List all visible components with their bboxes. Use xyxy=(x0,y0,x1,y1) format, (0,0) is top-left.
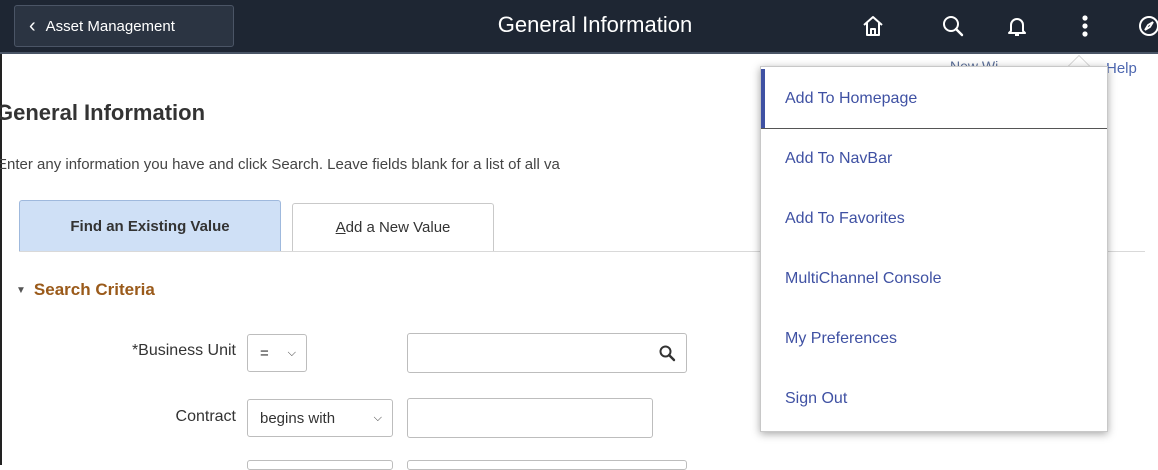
tab-add-new-value-label: dd a New Value xyxy=(345,219,451,236)
chevron-down-icon: ⌵ xyxy=(287,347,296,359)
tab-add-new-value-accesskey: A xyxy=(335,219,346,236)
business-unit-operator-value: = xyxy=(260,344,269,362)
next-operator-select[interactable] xyxy=(247,460,393,470)
back-button[interactable]: ‹ Asset Management xyxy=(14,5,234,47)
lookup-search-icon[interactable] xyxy=(658,344,676,367)
menu-item-add-to-navbar[interactable]: Add To NavBar xyxy=(761,129,1107,189)
search-criteria-toggle[interactable]: ▼ Search Criteria xyxy=(16,280,155,300)
collapse-triangle-icon: ▼ xyxy=(16,284,26,296)
business-unit-input[interactable] xyxy=(407,333,687,373)
tab-add-new-value[interactable]: Add a New Value xyxy=(292,203,494,251)
tab-find-existing-value[interactable]: Find an Existing Value xyxy=(19,200,281,251)
business-unit-label: *Business Unit xyxy=(131,342,236,359)
menu-item-sign-out[interactable]: Sign Out xyxy=(761,369,1107,429)
help-link[interactable]: Help xyxy=(1106,60,1137,77)
more-vertical-icon[interactable] xyxy=(1068,9,1102,43)
chevron-down-icon: ⌵ xyxy=(373,412,382,424)
menu-item-my-preferences[interactable]: My Preferences xyxy=(761,309,1107,369)
bell-icon[interactable] xyxy=(1000,9,1034,43)
contract-input[interactable] xyxy=(407,398,653,438)
menu-item-multichannel-console[interactable]: MultiChannel Console xyxy=(761,249,1107,309)
business-unit-operator-select[interactable]: = ⌵ xyxy=(247,334,307,372)
window-left-border xyxy=(0,0,2,465)
next-field-input[interactable] xyxy=(407,460,687,470)
home-icon[interactable] xyxy=(856,9,890,43)
page-title: General Information xyxy=(0,100,206,125)
search-criteria-title: Search Criteria xyxy=(33,280,155,299)
actions-menu: Add To Homepage Add To NavBar Add To Fav… xyxy=(760,66,1108,432)
contract-operator-select[interactable]: begins with ⌵ xyxy=(247,399,393,437)
search-icon[interactable] xyxy=(936,9,970,43)
menu-item-add-to-homepage[interactable]: Add To Homepage xyxy=(761,69,1107,129)
chevron-left-icon: ‹ xyxy=(29,15,36,37)
menu-item-add-to-favorites[interactable]: Add To Favorites xyxy=(761,189,1107,249)
contract-operator-value: begins with xyxy=(260,409,336,427)
compass-icon[interactable] xyxy=(1132,9,1158,43)
header-title: General Information xyxy=(497,12,693,37)
back-button-label: Asset Management xyxy=(45,17,175,35)
tab-find-existing-value-label: Find an Existing Value xyxy=(70,217,230,235)
contract-label: Contract xyxy=(175,408,236,425)
instructions-text: Enter any information you have and click… xyxy=(0,156,560,173)
app-header: ‹ Asset Management General Information xyxy=(0,0,1158,54)
